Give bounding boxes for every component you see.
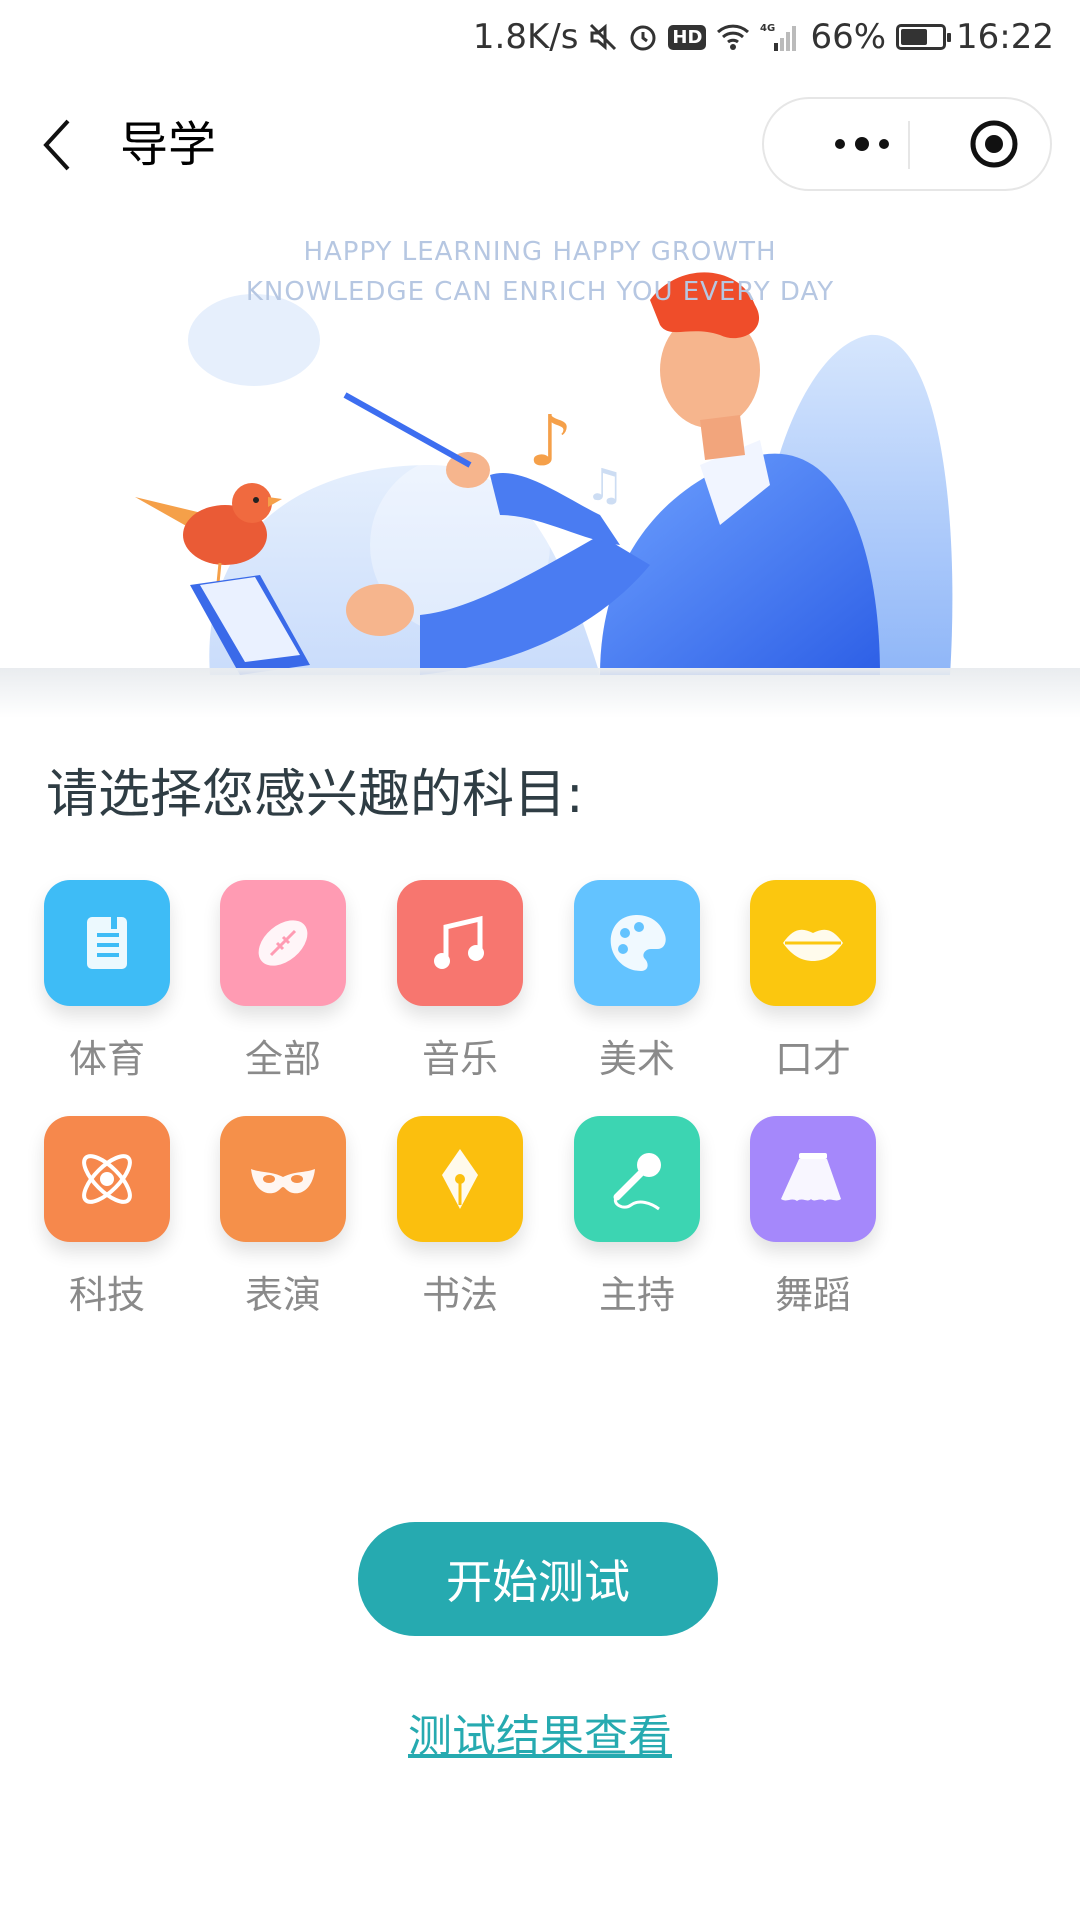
subject-item[interactable]: 舞蹈 bbox=[733, 1116, 893, 1319]
subject-prompt: 请选择您感兴趣的科目: bbox=[46, 765, 584, 825]
skirt-icon bbox=[750, 1116, 876, 1242]
subject-item[interactable]: 表演 bbox=[203, 1116, 363, 1319]
palette-icon bbox=[574, 880, 700, 1006]
subject-label: 音乐 bbox=[421, 1037, 498, 1081]
nav-bar: 导学 bbox=[0, 75, 1080, 215]
subject-label: 主持 bbox=[598, 1273, 675, 1317]
subject-label: 舞蹈 bbox=[774, 1273, 851, 1317]
start-test-button[interactable]: 开始测试 bbox=[358, 1522, 718, 1636]
pen-nib-icon bbox=[397, 1116, 523, 1242]
book-icon bbox=[44, 880, 170, 1006]
subject-item[interactable]: 口才 bbox=[733, 880, 893, 1083]
banner-tagline-2: KNOWLEDGE CAN ENRICH YOU EVERY DAY bbox=[245, 277, 835, 307]
net-speed: 1.8K/s bbox=[472, 17, 579, 57]
subject-item[interactable]: 主持 bbox=[557, 1116, 717, 1319]
capsule-divider bbox=[908, 121, 910, 169]
music-note-icon bbox=[397, 880, 523, 1006]
subject-item[interactable]: 全部 bbox=[203, 880, 363, 1083]
football-icon bbox=[220, 880, 346, 1006]
alarm-icon bbox=[628, 22, 658, 52]
hd-badge: HD bbox=[668, 24, 707, 50]
subject-label: 科技 bbox=[68, 1273, 145, 1317]
subject-label: 口才 bbox=[774, 1037, 851, 1081]
subject-label: 美术 bbox=[598, 1037, 675, 1081]
battery-icon bbox=[896, 24, 952, 50]
subject-item[interactable]: 书法 bbox=[380, 1116, 540, 1319]
page-title: 导学 bbox=[120, 117, 217, 173]
clock: 16:22 bbox=[956, 17, 1054, 57]
signal-icon: 4G bbox=[760, 21, 800, 53]
subject-item[interactable]: 体育 bbox=[27, 880, 187, 1083]
subject-item[interactable]: 美术 bbox=[557, 880, 717, 1083]
battery-percent: 66% bbox=[810, 17, 887, 57]
subject-label: 全部 bbox=[244, 1037, 321, 1081]
lips-icon bbox=[750, 880, 876, 1006]
back-icon bbox=[43, 119, 70, 171]
back-button[interactable] bbox=[38, 115, 78, 175]
subject-item[interactable]: 音乐 bbox=[380, 880, 540, 1083]
subject-label: 书法 bbox=[421, 1273, 498, 1317]
microphone-icon bbox=[574, 1116, 700, 1242]
svg-text:♫: ♫ bbox=[585, 460, 624, 511]
view-results-link[interactable]: 测试结果查看 bbox=[0, 1700, 1080, 1764]
subject-label: 表演 bbox=[244, 1273, 321, 1317]
mask-icon bbox=[220, 1116, 346, 1242]
subject-item[interactable]: 科技 bbox=[27, 1116, 187, 1319]
mute-icon bbox=[588, 22, 618, 52]
subject-label: 体育 bbox=[68, 1037, 145, 1081]
close-button[interactable] bbox=[944, 99, 1044, 189]
more-icon bbox=[835, 137, 889, 151]
wifi-icon bbox=[716, 23, 750, 51]
svg-text:♪: ♪ bbox=[528, 400, 573, 482]
atom-icon bbox=[44, 1116, 170, 1242]
mini-program-capsule bbox=[762, 97, 1052, 191]
status-bar: 1.8K/s HD 4G 66% 16:22 bbox=[0, 0, 1080, 75]
target-icon bbox=[970, 120, 1018, 168]
banner-shadow bbox=[0, 668, 1080, 718]
banner-carousel[interactable]: ♪ ♫ HAPPY LEARNING HAPPY GROWTH KNOWLEDG… bbox=[0, 215, 1080, 675]
more-button[interactable] bbox=[802, 99, 922, 189]
banner-tagline-1: HAPPY LEARNING HAPPY GROWTH bbox=[303, 237, 777, 267]
status-icons: 1.8K/s HD 4G 66% 16:22 bbox=[473, 14, 1054, 60]
network-type: 4G bbox=[760, 23, 775, 34]
